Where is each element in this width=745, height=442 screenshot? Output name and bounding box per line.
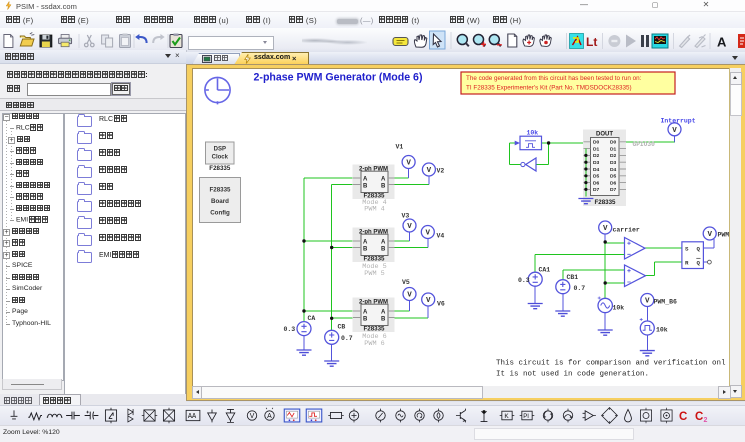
- svg-text:10k: 10k: [656, 327, 668, 334]
- svg-text:F28335: F28335: [595, 199, 617, 206]
- svg-text:D4: D4: [593, 167, 600, 173]
- svg-text:A: A: [267, 413, 272, 420]
- svg-text:Q: Q: [697, 260, 701, 267]
- svg-text:10k: 10k: [527, 130, 539, 137]
- svg-text:D5: D5: [593, 174, 600, 180]
- svg-text:carrier: carrier: [613, 227, 640, 234]
- svg-text:This circuit is for comparison: This circuit is for comparison and verif…: [496, 360, 726, 368]
- svg-text:C: C: [695, 411, 703, 423]
- svg-text:10k: 10k: [613, 305, 625, 312]
- svg-text:CA: CA: [308, 315, 316, 322]
- svg-text:V: V: [250, 413, 255, 420]
- svg-text:B: B: [381, 183, 386, 189]
- svg-text:D6: D6: [593, 180, 600, 186]
- svg-text:A: A: [381, 177, 386, 183]
- svg-text:D0: D0: [610, 140, 617, 146]
- svg-text:F28335: F28335: [209, 165, 231, 172]
- svg-text:K: K: [504, 413, 509, 420]
- svg-text:D0: D0: [593, 140, 600, 146]
- svg-text:D2: D2: [593, 153, 600, 159]
- svg-text:AA: AA: [188, 413, 197, 421]
- svg-text:Lt: Lt: [586, 35, 597, 49]
- svg-text:V6: V6: [437, 301, 445, 308]
- svg-text:A: A: [363, 177, 368, 183]
- svg-text:D3: D3: [593, 160, 600, 166]
- svg-text:0.7: 0.7: [341, 335, 353, 342]
- svg-text:V4: V4: [437, 233, 445, 240]
- svg-text:CA1: CA1: [539, 267, 551, 274]
- svg-text:It is not used in code generat: It is not used in code generation.: [496, 370, 649, 378]
- svg-text:Interrupt: Interrupt: [661, 118, 696, 125]
- svg-text:0.3: 0.3: [518, 277, 530, 284]
- svg-text:F28335: F28335: [210, 187, 232, 194]
- svg-text:V2: V2: [437, 168, 445, 175]
- svg-text:V3: V3: [402, 213, 410, 220]
- svg-text:D7: D7: [610, 187, 617, 193]
- svg-text:2-phase PWM Generator (Mode 6): 2-phase PWM Generator (Mode 6): [254, 72, 423, 84]
- svg-text:GPIO30: GPIO30: [633, 141, 656, 148]
- svg-text:D4: D4: [610, 167, 617, 173]
- svg-text:CB1: CB1: [567, 274, 579, 281]
- svg-text:2: 2: [704, 417, 708, 424]
- svg-text:The code generated from this c: The code generated from this circuit has…: [466, 75, 642, 82]
- svg-text:PWM: PWM: [718, 232, 730, 239]
- svg-text:S: S: [685, 245, 689, 252]
- svg-text:C: C: [679, 411, 687, 423]
- svg-text:D1: D1: [593, 146, 600, 152]
- svg-text:D5: D5: [610, 174, 617, 180]
- svg-text:DSP: DSP: [214, 147, 226, 153]
- svg-text:D1: D1: [610, 146, 617, 152]
- svg-text:PWM 4: PWM 4: [364, 206, 384, 214]
- svg-text:Q: Q: [697, 245, 701, 252]
- svg-text:0.3: 0.3: [284, 326, 296, 333]
- svg-text:D2: D2: [610, 153, 617, 159]
- svg-text:PWM 6: PWM 6: [364, 340, 384, 348]
- svg-text:D7: D7: [593, 187, 600, 193]
- svg-text:B: B: [363, 183, 368, 189]
- svg-text:TI F28335 Experimenter's Kit (: TI F28335 Experimenter's Kit (Part No. T…: [466, 85, 632, 92]
- svg-text:D3: D3: [610, 160, 617, 166]
- svg-text:Board: Board: [211, 198, 229, 205]
- svg-text:PI: PI: [523, 414, 529, 420]
- svg-text:Config: Config: [210, 210, 230, 217]
- svg-text:0.7: 0.7: [574, 285, 586, 292]
- svg-text:R: R: [685, 260, 689, 267]
- svg-text:PWM_B6: PWM_B6: [654, 299, 678, 306]
- svg-text:Clock: Clock: [212, 155, 229, 161]
- svg-text:PWM 5: PWM 5: [364, 270, 384, 278]
- svg-text:DOUT: DOUT: [596, 131, 613, 137]
- svg-text:V5: V5: [402, 279, 410, 286]
- svg-text:A: A: [717, 35, 727, 50]
- svg-text:D6: D6: [610, 180, 617, 186]
- svg-text:V1: V1: [396, 144, 404, 151]
- svg-text:CB: CB: [338, 324, 346, 331]
